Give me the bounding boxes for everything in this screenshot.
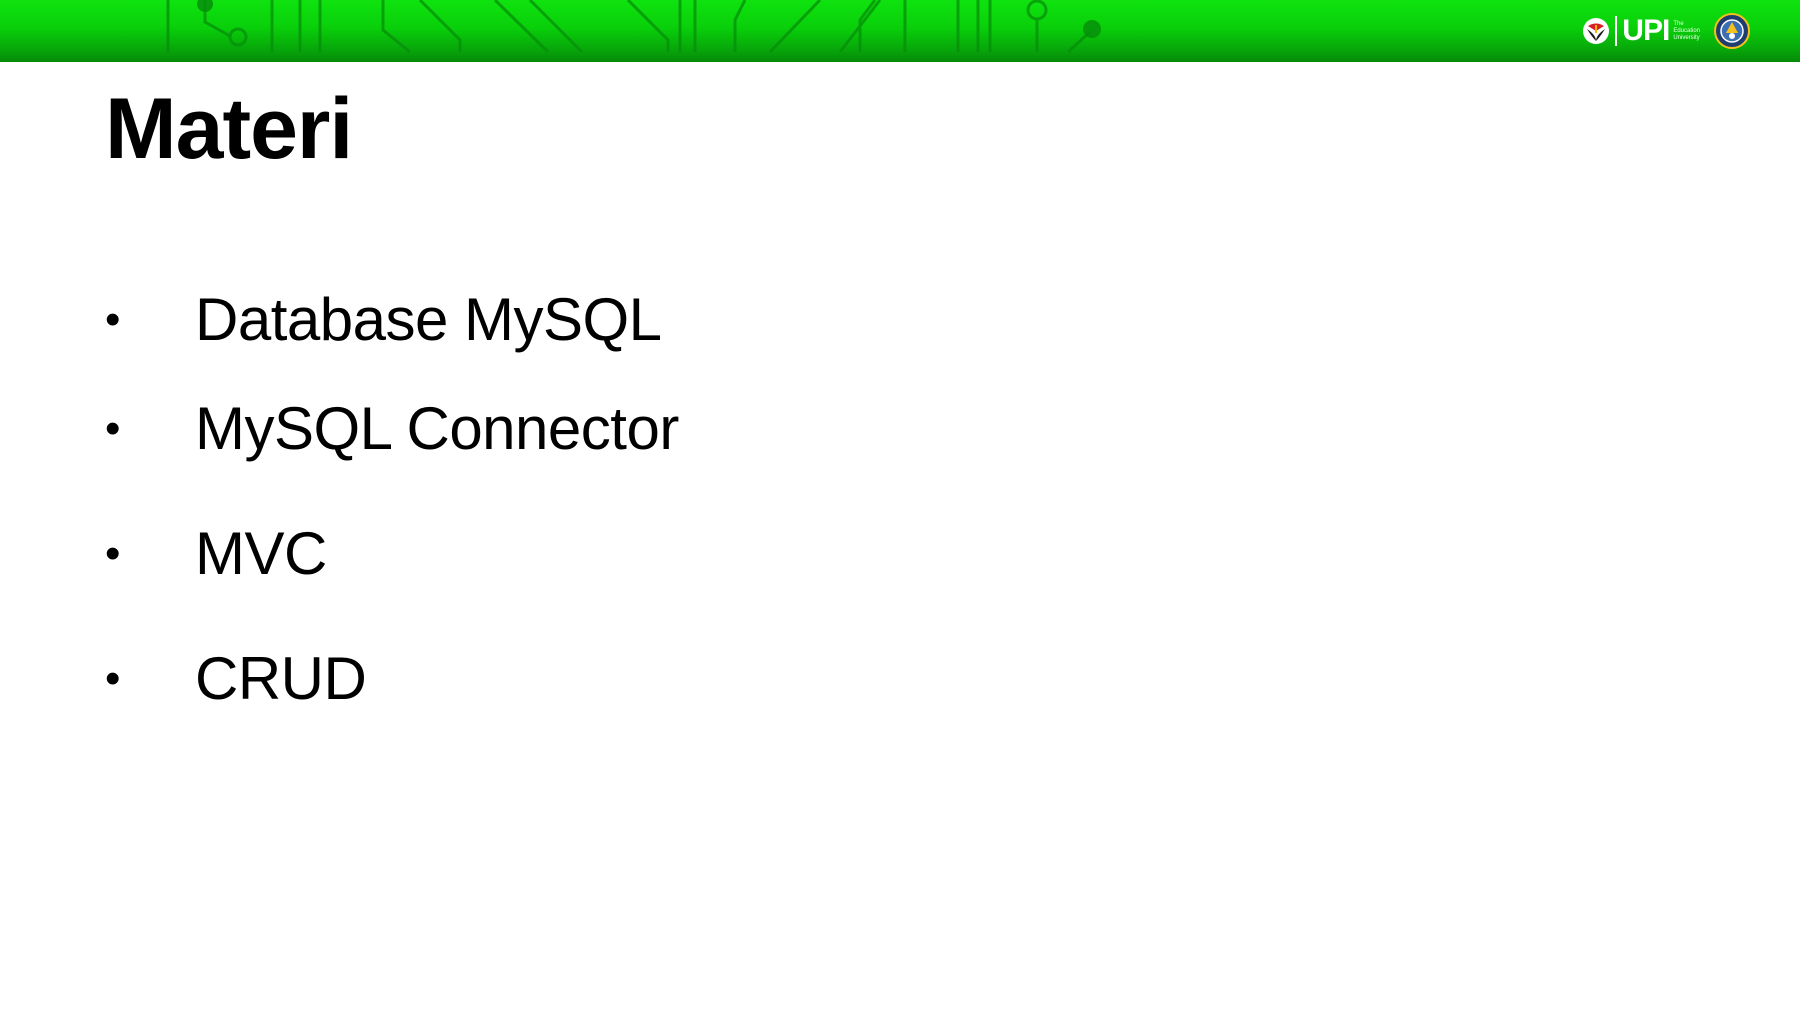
list-item: • MySQL Connector	[105, 366, 679, 491]
institution-seal-icon	[1714, 13, 1750, 49]
list-item-text: Database MySQL	[195, 286, 662, 353]
list-item: • MVC	[105, 491, 679, 616]
upi-logo-text: UPI	[1622, 14, 1670, 47]
upi-logo-tagline: The Education University	[1673, 20, 1700, 41]
list-item: • Database MySQL	[105, 274, 679, 366]
circuit-decoration	[166, 0, 1101, 54]
list-item-text: MySQL Connector	[195, 394, 679, 462]
slide-title: Materi	[105, 81, 353, 177]
upi-logo: UPI The Education University	[1582, 16, 1700, 46]
bullet-marker: •	[105, 295, 121, 344]
header-banner: UPI The Education University	[0, 0, 1800, 62]
header-logos: UPI The Education University	[1582, 10, 1750, 52]
slide: UPI The Education University Materi • Da…	[0, 0, 1800, 1012]
upi-emblem-icon	[1583, 18, 1610, 44]
bullet-list: • Database MySQL • MySQL Connector • MVC…	[105, 274, 679, 741]
bullet-marker: •	[105, 403, 121, 453]
logo-divider	[1615, 16, 1618, 46]
list-item-text: CRUD	[195, 644, 367, 712]
list-item-text: MVC	[195, 519, 327, 587]
bullet-marker: •	[105, 653, 121, 703]
bullet-marker: •	[105, 528, 121, 578]
list-item: • CRUD	[105, 616, 679, 741]
